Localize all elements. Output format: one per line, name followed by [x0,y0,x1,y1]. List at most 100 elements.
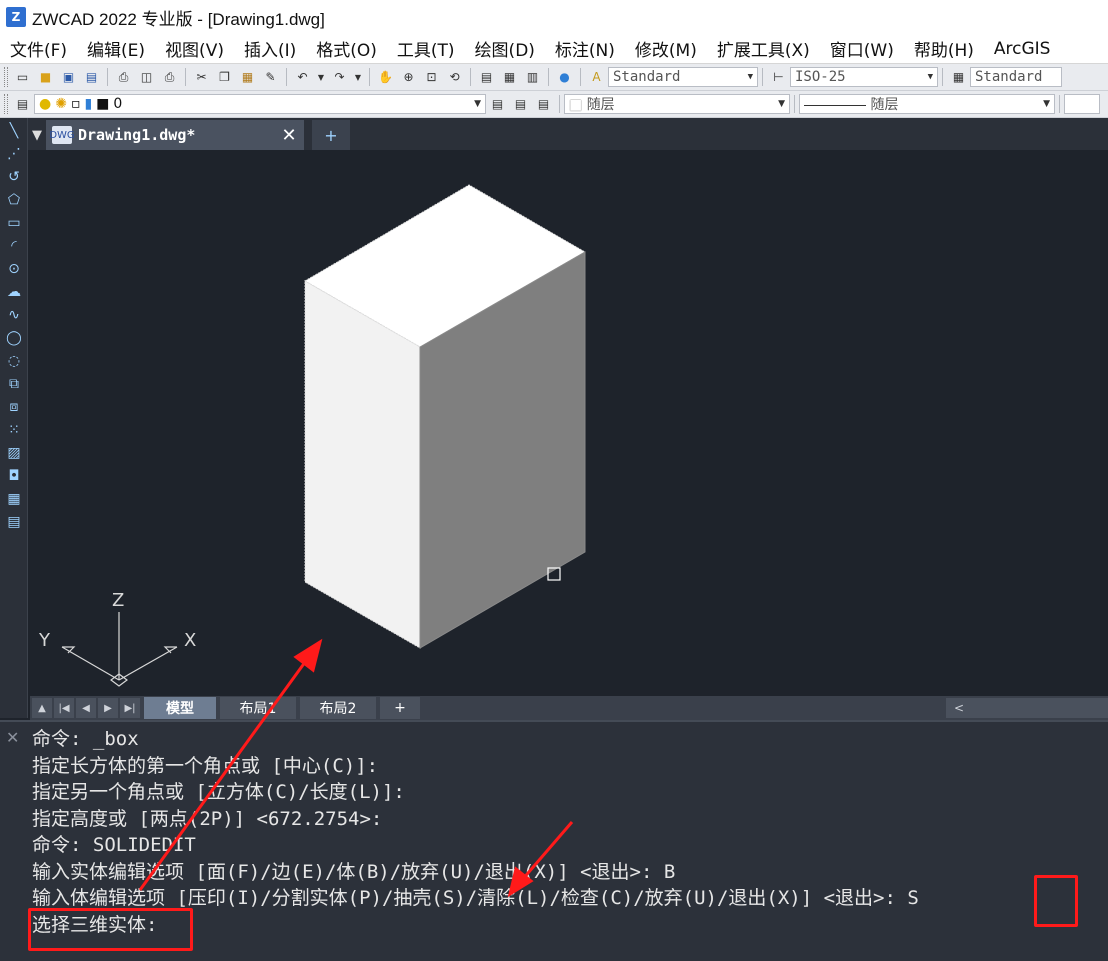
menu-file[interactable]: 文件(F) [0,36,77,61]
linetype-value: 随层 [804,94,898,114]
layer-viewport-icon[interactable]: ▫ [71,96,81,112]
add-layout-button[interactable]: + [380,697,420,719]
viewport-canvas: Z Y X [38,184,587,687]
table-icon[interactable]: ▦ [2,488,26,509]
command-prompt-line[interactable]: 选择三维实体: [32,912,1108,939]
first-layout-icon[interactable]: |◀ [54,698,74,718]
new-file-icon[interactable]: ▭ [13,68,32,87]
separator [942,68,943,86]
menu-dimension[interactable]: 标注(N) [545,36,625,61]
copy-icon[interactable]: ❐ [215,68,234,87]
tab-layout1[interactable]: 布局1 [220,697,296,719]
revision-cloud-icon[interactable]: ☁ [2,281,26,302]
drawing-viewport[interactable]: Z Y X [28,150,1108,696]
match-properties-icon[interactable]: ✎ [261,68,280,87]
layer-states-icon[interactable]: ▤ [534,95,553,114]
undo-icon[interactable]: ↶ [293,68,312,87]
multiline-text-icon[interactable]: ▤ [2,511,26,532]
text-style-select[interactable]: Standard ▼ [608,67,758,87]
arc-icon[interactable]: ◜ [2,235,26,256]
layers-toolbar: ▤ ● ✺ ▫ ▮ ■ 0 ▼ ▤ ▤ ▤ ■ 随层 ▼ 随层 ▼ [0,91,1108,118]
ellipse-arc-icon[interactable]: ◌ [2,350,26,371]
separator [762,68,763,86]
pan-icon[interactable]: ✋ [376,68,395,87]
plot-icon[interactable]: ⎙ [160,68,179,87]
help-icon[interactable]: ● [555,68,574,87]
line-icon[interactable]: ╲ [2,120,26,141]
design-center-icon[interactable]: ▦ [500,68,519,87]
polyline-icon[interactable]: ↺ [2,166,26,187]
ellipse-icon[interactable]: ◯ [2,327,26,348]
menu-draw[interactable]: 绘图(D) [465,36,545,61]
make-current-layer-icon[interactable]: ▤ [488,95,507,114]
menu-modify[interactable]: 修改(M) [625,36,707,61]
undo-dropdown-icon[interactable]: ▼ [316,68,326,87]
print-preview-icon[interactable]: ◫ [137,68,156,87]
layout-tabs-bar: ▲ |◀ ◀ ▶ ▶| 模型 布局1 布局2 + < [30,696,1108,720]
layer-on-bulb-icon[interactable]: ● [39,96,51,112]
hatch-icon[interactable]: ▨ [2,442,26,463]
command-line: 命令: SOLIDEDIT [32,834,196,856]
tab-list-chevron-icon[interactable]: ▼ [28,120,46,150]
new-tab-button[interactable]: + [312,120,350,150]
toolbar-grip[interactable] [4,67,8,87]
redo-dropdown-icon[interactable]: ▼ [353,68,363,87]
menu-help[interactable]: 帮助(H) [904,36,984,61]
menu-tools[interactable]: 工具(T) [387,36,465,61]
horizontal-scrollbar[interactable]: < [946,698,1108,718]
menu-extensions[interactable]: 扩展工具(X) [707,36,820,61]
color-select[interactable]: ■ 随层 ▼ [564,94,790,114]
menu-arcgis[interactable]: ArcGIS [984,39,1061,59]
tool-palette-icon[interactable]: ▥ [523,68,542,87]
make-block-icon[interactable]: ⧈ [2,396,26,417]
spline-icon[interactable]: ∿ [2,304,26,325]
circle-icon[interactable]: ⊙ [2,258,26,279]
layer-manager-icon[interactable]: ▤ [13,95,32,114]
document-tab-drawing1[interactable]: DWG Drawing1.dwg* ✕ [46,120,304,150]
table-style-select[interactable]: Standard [970,67,1062,87]
linetype-select[interactable]: 随层 ▼ [799,94,1055,114]
menu-format[interactable]: 格式(O) [306,36,387,61]
open-folder-icon[interactable]: ■ [36,68,55,87]
menu-edit[interactable]: 编辑(E) [77,36,155,61]
layer-select[interactable]: ● ✺ ▫ ▮ ■ 0 ▼ [34,94,486,114]
ucs-y-label: Y [38,630,51,651]
previous-layout-icon[interactable]: ◀ [76,698,96,718]
save-as-icon[interactable]: ▤ [82,68,101,87]
tab-layout2[interactable]: 布局2 [300,697,376,719]
region-icon[interactable]: ◘ [2,465,26,486]
last-layout-icon[interactable]: ▶| [120,698,140,718]
redo-icon[interactable]: ↷ [330,68,349,87]
layer-thaw-sun-icon[interactable]: ✺ [55,96,67,112]
layer-unlock-icon[interactable]: ▮ [84,96,92,112]
scroll-up-icon[interactable]: ▲ [32,698,52,718]
zoom-previous-icon[interactable]: ⟲ [445,68,464,87]
menu-window[interactable]: 窗口(W) [820,36,904,61]
print-icon[interactable]: ⎙ [114,68,133,87]
layer-previous-icon[interactable]: ▤ [511,95,530,114]
zwcad-logo-icon: Z [6,7,26,27]
close-command-window-icon[interactable]: ✕ [6,728,19,747]
menu-insert[interactable]: 插入(I) [234,36,306,61]
zoom-realtime-icon[interactable]: ⊕ [399,68,418,87]
polygon-icon[interactable]: ⬠ [2,189,26,210]
close-tab-icon[interactable]: ✕ [280,125,298,146]
menu-view[interactable]: 视图(V) [155,36,234,61]
next-layout-icon[interactable]: ▶ [98,698,118,718]
zoom-window-icon[interactable]: ⊡ [422,68,441,87]
toolbar-grip[interactable] [4,94,8,114]
scroll-left-icon[interactable]: < [954,701,964,715]
point-icon[interactable]: ⁙ [2,419,26,440]
construction-line-icon[interactable]: ⋰ [2,143,26,164]
tab-model[interactable]: 模型 [144,697,216,719]
cut-icon[interactable]: ✂ [192,68,211,87]
layer-color-swatch-icon[interactable]: ■ [96,96,109,112]
lineweight-select[interactable] [1064,94,1100,114]
color-swatch-icon: ■ [569,97,583,113]
insert-block-icon[interactable]: ⧉ [2,373,26,394]
paste-icon[interactable]: ▦ [238,68,257,87]
save-icon[interactable]: ▣ [59,68,78,87]
rectangle-icon[interactable]: ▭ [2,212,26,233]
properties-icon[interactable]: ▤ [477,68,496,87]
dim-style-select[interactable]: ISO-25 ▼ [790,67,938,87]
